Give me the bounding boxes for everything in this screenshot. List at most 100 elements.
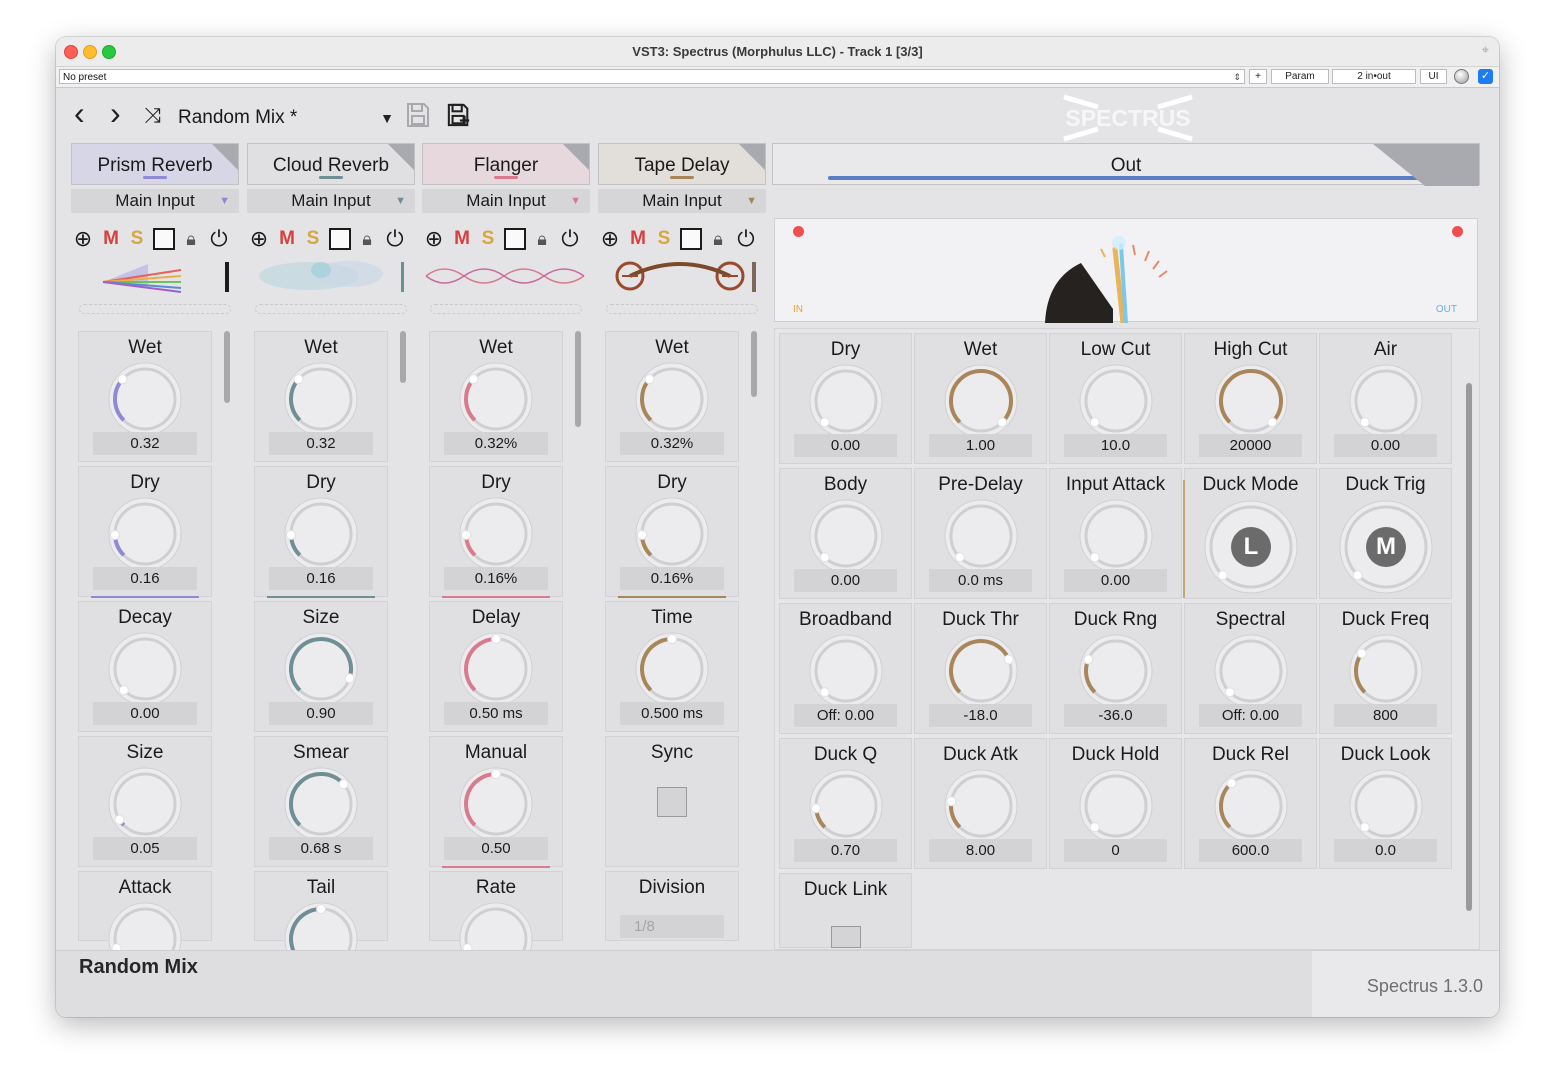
previous-preset-icon[interactable]: ‹: [74, 96, 85, 130]
select-checkbox[interactable]: [680, 228, 702, 250]
param-knob[interactable]: [107, 631, 183, 707]
out-param-value[interactable]: 0.70: [794, 839, 897, 862]
out-param-knob[interactable]: [1348, 768, 1424, 844]
param-knob[interactable]: [458, 766, 534, 842]
input-select[interactable]: Main Input ▼: [598, 189, 766, 213]
module-scrollbar[interactable]: [751, 331, 757, 397]
duck-link-checkbox[interactable]: [830, 926, 861, 948]
param-knob[interactable]: [283, 631, 359, 707]
out-param-knob[interactable]: [808, 768, 884, 844]
input-select[interactable]: Main Input ▼: [71, 189, 239, 213]
param-knob[interactable]: [634, 361, 710, 437]
out-param-value[interactable]: -36.0: [1064, 704, 1167, 727]
out-param-value[interactable]: 0.00: [794, 434, 897, 457]
out-param-value[interactable]: 600.0: [1199, 839, 1302, 862]
input-select[interactable]: Main Input ▼: [422, 189, 590, 213]
out-param-knob[interactable]: [808, 498, 884, 574]
power-icon[interactable]: ⏻: [558, 226, 582, 252]
out-param-value[interactable]: 0.00: [794, 569, 897, 592]
save-as-icon[interactable]: [447, 102, 471, 128]
save-icon[interactable]: [406, 102, 430, 128]
param-value[interactable]: 0.500 ms: [620, 702, 724, 725]
drop-zone[interactable]: [79, 304, 231, 314]
module-tab-3[interactable]: Tape Delay: [598, 143, 766, 185]
param-knob[interactable]: [458, 361, 534, 437]
select-checkbox[interactable]: [329, 228, 351, 250]
out-param-value[interactable]: 0: [1064, 839, 1167, 862]
select-checkbox[interactable]: [153, 228, 175, 250]
out-param-value[interactable]: 800: [1334, 704, 1437, 727]
out-param-value[interactable]: -18.0: [929, 704, 1032, 727]
out-param-value[interactable]: 10.0: [1064, 434, 1167, 457]
out-param-knob[interactable]: [943, 363, 1019, 439]
param-value[interactable]: 0.68 s: [269, 837, 373, 860]
param-knob[interactable]: [283, 496, 359, 572]
mute-button[interactable]: M: [275, 226, 299, 252]
param-value[interactable]: 0.32%: [620, 432, 724, 455]
param-value[interactable]: 0.50 ms: [444, 702, 548, 725]
lock-icon[interactable]: 🔒︎: [706, 226, 730, 252]
add-preset-button[interactable]: +: [1249, 69, 1267, 84]
module-scrollbar[interactable]: [224, 331, 230, 403]
param-button[interactable]: Param: [1271, 69, 1329, 84]
out-param-knob[interactable]: [1078, 768, 1154, 844]
module-scrollbar[interactable]: [400, 331, 406, 383]
param-knob[interactable]: [458, 631, 534, 707]
solo-button[interactable]: S: [652, 226, 676, 252]
out-param-knob[interactable]: [943, 498, 1019, 574]
param-value[interactable]: 0.05: [93, 837, 197, 860]
param-value[interactable]: 0.00: [93, 702, 197, 725]
param-knob[interactable]: [458, 496, 534, 572]
out-param-value[interactable]: Off: 0.00: [1199, 704, 1302, 727]
param-knob[interactable]: [107, 496, 183, 572]
out-param-value[interactable]: 8.00: [929, 839, 1032, 862]
add-icon[interactable]: ⊕: [422, 226, 446, 252]
out-param-knob[interactable]: [943, 768, 1019, 844]
input-select[interactable]: Main Input ▼: [247, 189, 415, 213]
param-knob[interactable]: [634, 631, 710, 707]
out-param-value[interactable]: 0.0: [1334, 839, 1437, 862]
param-value[interactable]: 0.16%: [444, 567, 548, 590]
power-icon[interactable]: ⏻: [734, 226, 758, 252]
param-value[interactable]: 0.50: [444, 837, 548, 860]
drop-zone[interactable]: [255, 304, 407, 314]
lock-icon[interactable]: 🔒︎: [179, 226, 203, 252]
wet-knob-icon[interactable]: [1454, 69, 1469, 84]
param-value[interactable]: 0.32: [93, 432, 197, 455]
param-value[interactable]: 0.32: [269, 432, 373, 455]
out-param-value[interactable]: 20000: [1199, 434, 1302, 457]
lock-icon[interactable]: 🔒︎: [530, 226, 554, 252]
add-icon[interactable]: ⊕: [598, 226, 622, 252]
param-value[interactable]: 0.16%: [620, 567, 724, 590]
param-value[interactable]: 0.90: [269, 702, 373, 725]
mute-button[interactable]: M: [626, 226, 650, 252]
module-scrollbar[interactable]: [575, 331, 581, 427]
out-param-knob[interactable]: [1213, 768, 1289, 844]
out-param-knob[interactable]: [1078, 363, 1154, 439]
out-param-knob[interactable]: [1213, 363, 1289, 439]
solo-button[interactable]: S: [301, 226, 325, 252]
mute-button[interactable]: M: [99, 226, 123, 252]
out-param-knob[interactable]: [943, 633, 1019, 709]
power-icon[interactable]: ⏻: [383, 226, 407, 252]
module-tab-2[interactable]: Flanger: [422, 143, 590, 185]
out-param-knob[interactable]: [1348, 363, 1424, 439]
shuffle-icon[interactable]: ⤨: [144, 104, 161, 128]
bypass-checkbox[interactable]: ✓: [1478, 69, 1493, 84]
io-button[interactable]: 2 in•out: [1332, 69, 1416, 84]
out-param-knob[interactable]: [1348, 633, 1424, 709]
out-param-knob[interactable]: [1078, 498, 1154, 574]
solo-button[interactable]: S: [125, 226, 149, 252]
param-knob[interactable]: [283, 766, 359, 842]
lock-icon[interactable]: 🔒︎: [355, 226, 379, 252]
mix-preset-select[interactable]: Random Mix * ▼: [178, 99, 394, 137]
out-param-value[interactable]: Off: 0.00: [794, 704, 897, 727]
sync-checkbox[interactable]: [657, 787, 687, 817]
param-knob[interactable]: [107, 361, 183, 437]
preset-select[interactable]: No preset ⇕: [59, 69, 1245, 84]
module-tab-1[interactable]: Cloud Reverb: [247, 143, 415, 185]
out-param-value[interactable]: 0.00: [1334, 434, 1437, 457]
power-icon[interactable]: ⏻: [207, 226, 231, 252]
out-param-value[interactable]: 0.0 ms: [929, 569, 1032, 592]
param-knob[interactable]: [107, 766, 183, 842]
